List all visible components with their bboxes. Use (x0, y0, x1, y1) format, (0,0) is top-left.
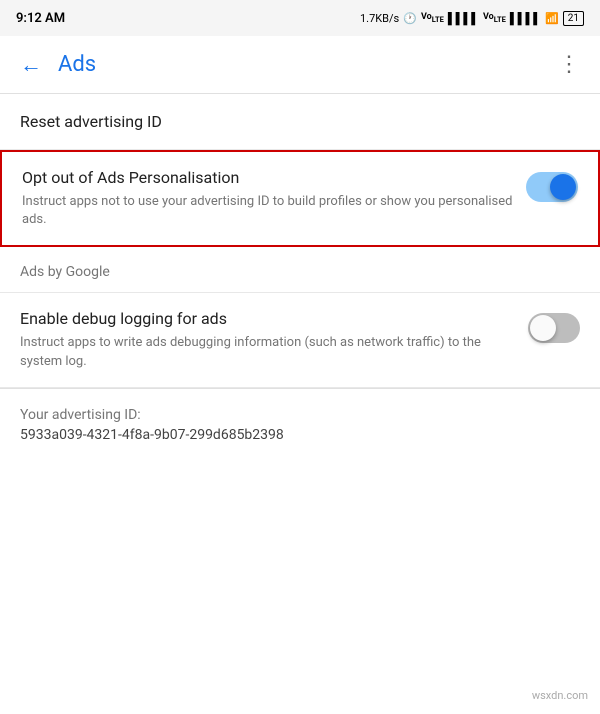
back-button[interactable]: ← (12, 44, 50, 86)
signal-icon-1: ▌▌▌▌ (448, 12, 479, 25)
opt-out-description: Instruct apps not to use your advertisin… (22, 193, 514, 229)
content: Reset advertising ID Opt out of Ads Pers… (0, 94, 600, 461)
debug-logging-description: Instruct apps to write ads debugging inf… (20, 334, 516, 370)
opt-out-text: Opt out of Ads Personalisation Instruct … (22, 168, 514, 229)
debug-logging-item: Enable debug logging for ads Instruct ap… (0, 293, 600, 387)
ads-by-google-label: Ads by Google (20, 264, 110, 280)
volte-icon: VoLTE (421, 12, 444, 24)
debug-logging-toggle[interactable] (528, 313, 580, 343)
app-bar: ← Ads ⋮ (0, 36, 600, 94)
status-icons: 1.7KB/s 🕐 VoLTE ▌▌▌▌ VoLTE ▌▌▌▌ 📶 21 (360, 11, 584, 26)
debug-logging-toggle-container (528, 313, 580, 343)
opt-out-section: Opt out of Ads Personalisation Instruct … (0, 150, 600, 247)
ads-by-google-section: Ads by Google (0, 247, 600, 293)
more-options-button[interactable]: ⋮ (550, 44, 588, 85)
opt-out-toggle[interactable] (526, 172, 578, 202)
debug-logging-text: Enable debug logging for ads Instruct ap… (20, 309, 516, 370)
advertising-id-section: Your advertising ID: 5933a039-4321-4f8a-… (0, 389, 600, 461)
reset-advertising-id-label: Reset advertising ID (20, 112, 162, 131)
status-time: 9:12 AM (16, 11, 65, 26)
opt-out-toggle-container (526, 172, 578, 202)
advertising-id-value: 5933a039-4321-4f8a-9b07-299d685b2398 (20, 427, 580, 443)
reset-advertising-id-item[interactable]: Reset advertising ID (0, 94, 600, 150)
wifi-icon: 📶 (545, 12, 559, 25)
page-title: Ads (58, 52, 550, 77)
signal-icon-2: ▌▌▌▌ (510, 12, 541, 25)
debug-logging-title: Enable debug logging for ads (20, 309, 516, 328)
status-bar: 9:12 AM 1.7KB/s 🕐 VoLTE ▌▌▌▌ VoLTE ▌▌▌▌ … (0, 0, 600, 36)
opt-out-title: Opt out of Ads Personalisation (22, 168, 514, 187)
volte-icon-2: VoLTE (483, 12, 506, 24)
watermark: wsxdn.com (532, 689, 588, 702)
advertising-id-label: Your advertising ID: (20, 407, 580, 423)
clock-icon: 🕐 (403, 12, 417, 25)
battery-icon: 21 (563, 11, 584, 26)
network-speed: 1.7KB/s (360, 12, 399, 25)
